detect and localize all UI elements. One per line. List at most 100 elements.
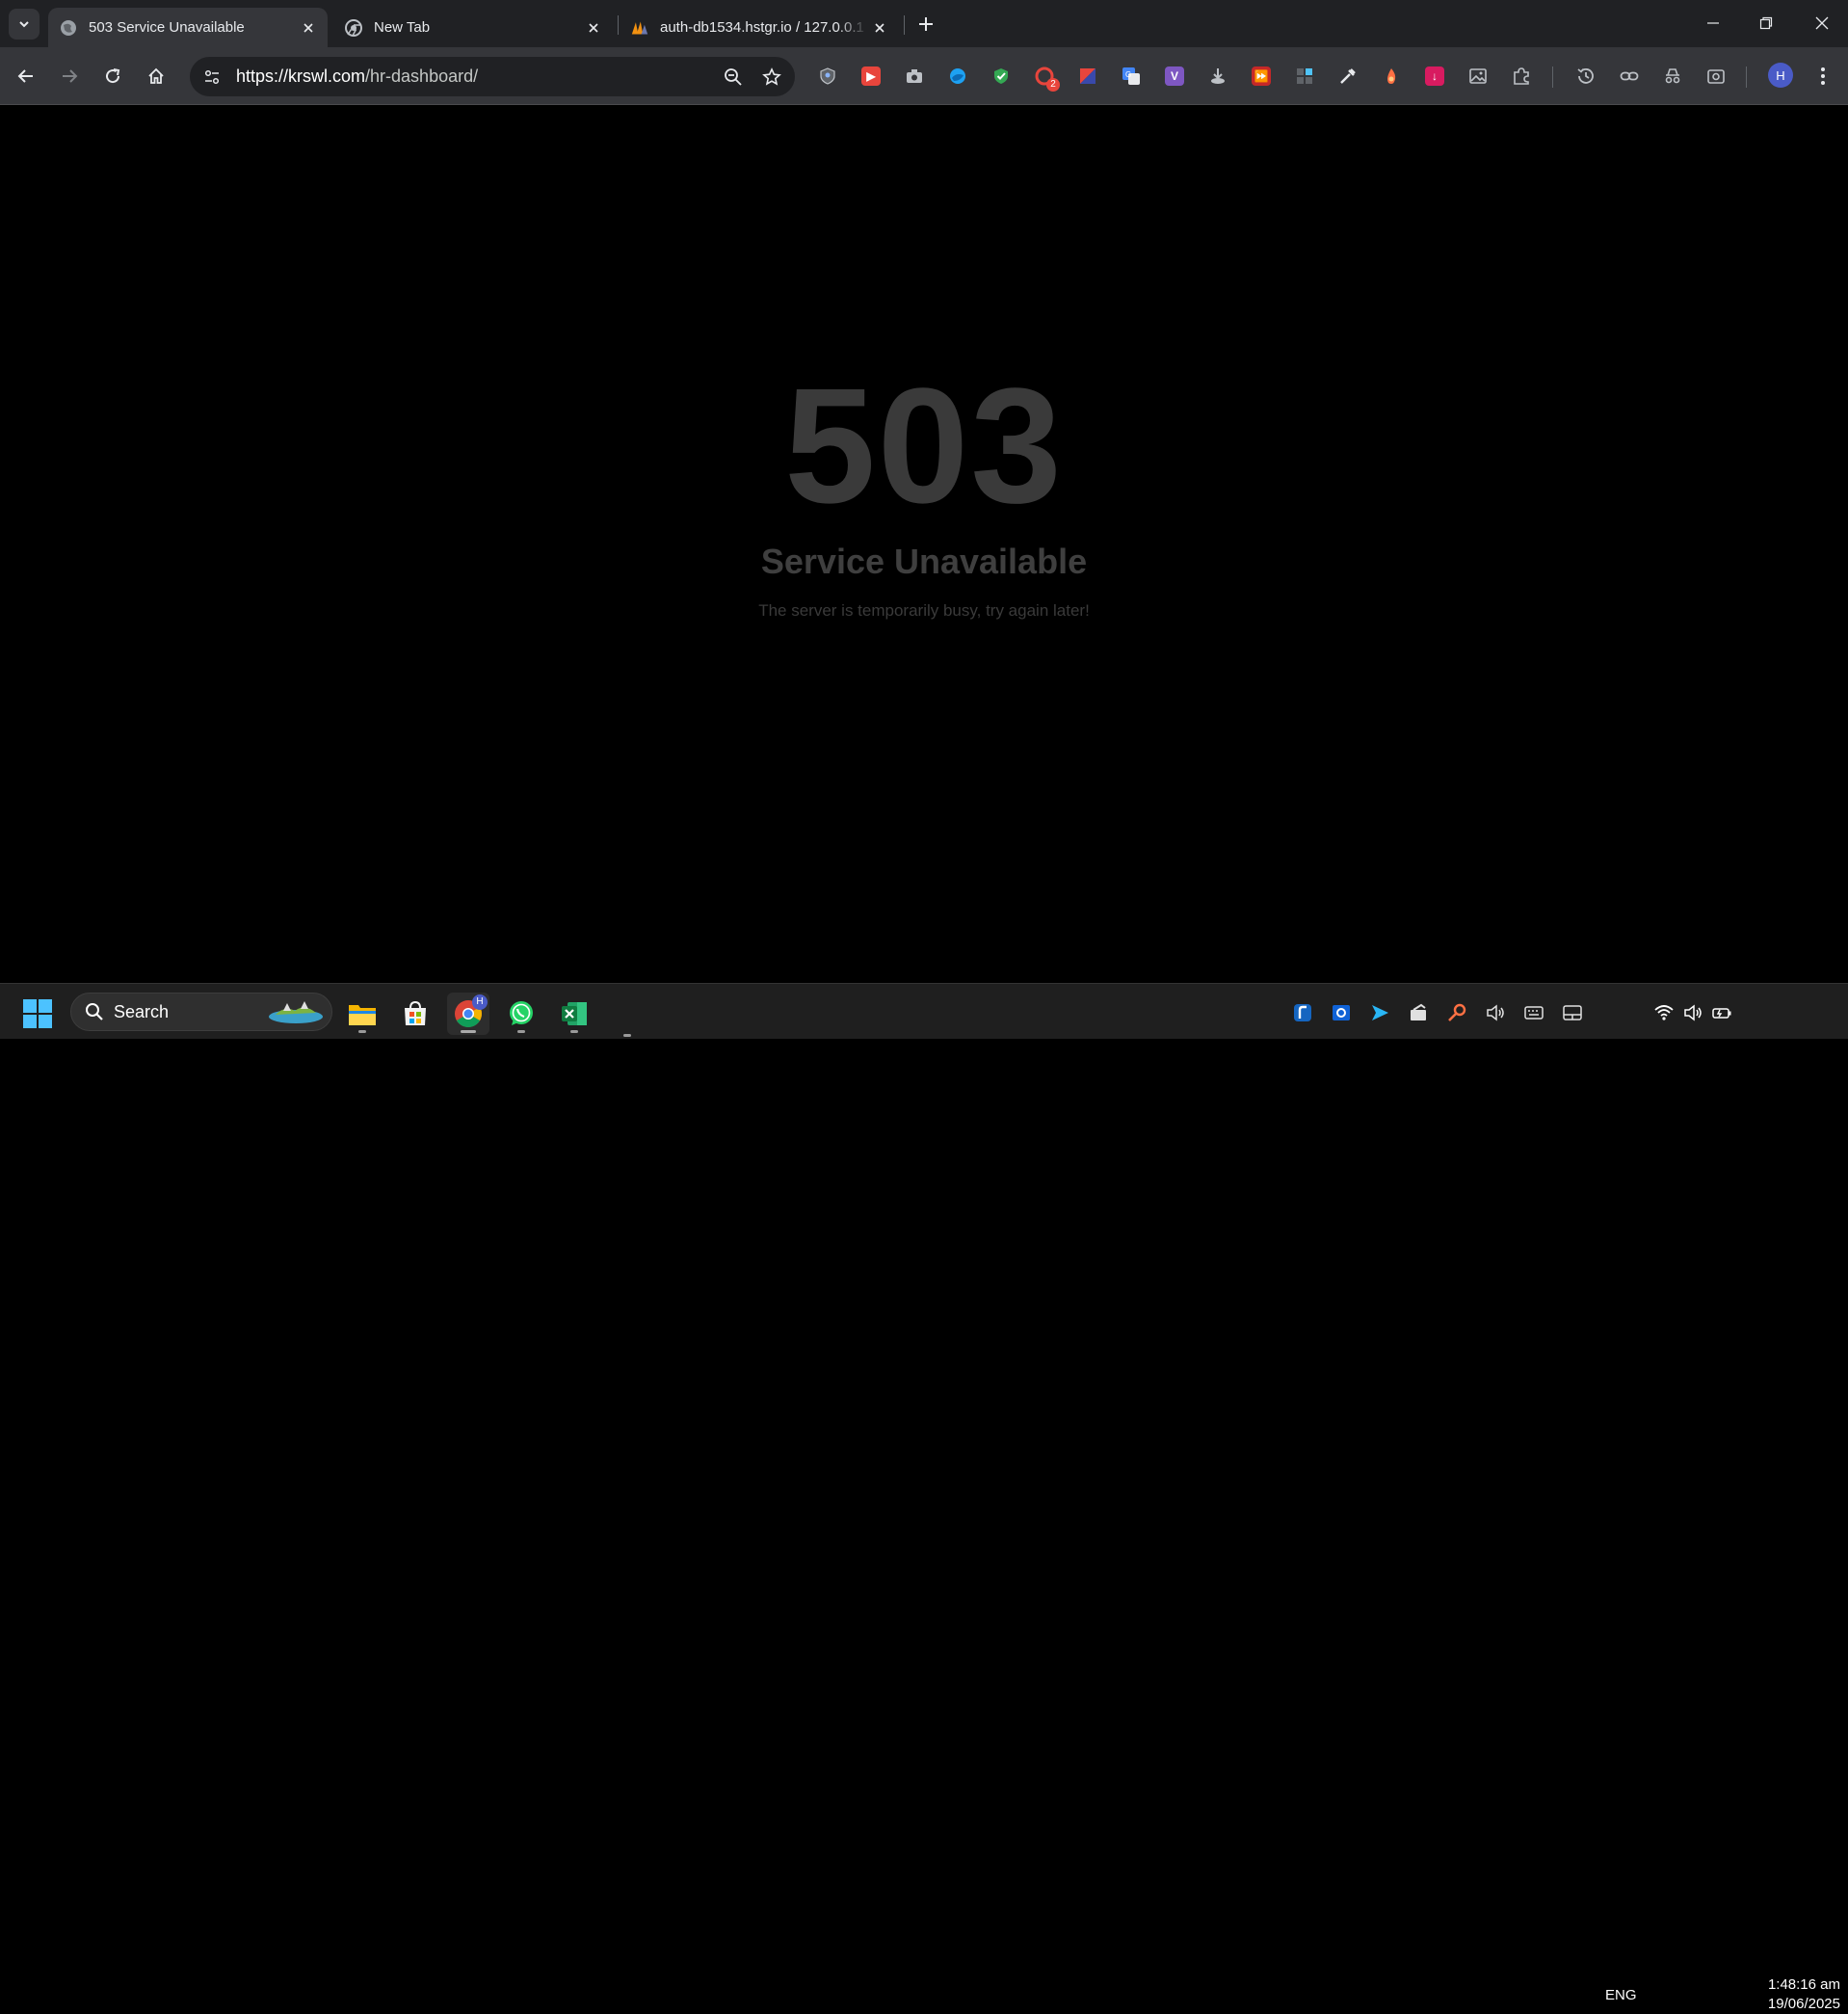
whatsapp-app[interactable] [500, 993, 542, 1035]
arrow-right-icon [63, 69, 78, 83]
address-bar[interactable]: https://krswl.com/hr-dashboard/ [190, 57, 795, 96]
chevron-down-icon [19, 21, 29, 28]
file-explorer-app[interactable] [341, 993, 383, 1035]
volume-icon[interactable] [1681, 1001, 1704, 1024]
clock-time: 1:48:16 am [1767, 1976, 1840, 1993]
speed-extension-icon[interactable]: ⏩ [1248, 63, 1275, 90]
microsoft-store-app[interactable] [394, 993, 436, 1035]
excel-app[interactable] [553, 993, 595, 1035]
download-extension-icon[interactable] [1204, 63, 1231, 90]
extension-badge: 2 [1046, 78, 1060, 92]
new-tab-button[interactable] [912, 11, 939, 38]
close-icon[interactable] [297, 16, 320, 40]
toolbar-separator [1552, 66, 1553, 88]
tray-touchpad-icon[interactable] [1561, 1001, 1584, 1024]
input-language[interactable]: ENG [1605, 1987, 1637, 2003]
windows-start-icon[interactable] [23, 999, 52, 1028]
url-text[interactable]: https://krswl.com/hr-dashboard/ [236, 66, 718, 87]
windows-taskbar: Search H ENG 1:48:16 am 19/06/2025 [0, 983, 1848, 2012]
close-icon[interactable] [868, 16, 891, 40]
whatsapp-icon [510, 1001, 533, 1025]
taskbar-clock[interactable]: 1:48:16 am 19/06/2025 [1744, 1975, 1840, 2014]
tray-speaker-icon[interactable] [1484, 1001, 1507, 1024]
forward-button[interactable] [52, 59, 87, 93]
site-info-icon[interactable] [198, 63, 226, 92]
excel-icon [562, 1002, 587, 1025]
tray-key-icon[interactable] [1445, 1001, 1468, 1024]
menu-kebab-icon[interactable] [1809, 63, 1836, 90]
shield-extension-icon[interactable] [814, 63, 841, 90]
flame-extension-icon[interactable] [1378, 63, 1405, 90]
reload-button[interactable] [95, 59, 130, 93]
running-indicator [517, 1030, 525, 1033]
link-icon[interactable] [1616, 63, 1643, 90]
history-icon[interactable] [1572, 63, 1599, 90]
running-indicator [461, 1030, 476, 1033]
close-icon[interactable] [582, 16, 605, 40]
tray-keyboard-icon[interactable] [1522, 1001, 1545, 1024]
tab-title: 503 Service Unavailable [89, 19, 245, 36]
minimize-icon [1707, 22, 1719, 24]
clock-date: 19/06/2025 [1767, 1996, 1840, 2012]
tray-send-icon[interactable] [1368, 1001, 1391, 1024]
running-indicator [570, 1030, 578, 1033]
apps-extension-icon[interactable] [1291, 63, 1318, 90]
search-label: Search [114, 1001, 170, 1021]
image-extension-icon[interactable] [1465, 63, 1492, 90]
plus-icon [919, 17, 933, 31]
tab-title: auth-db1534.hstgr.io / 127.0.0.1 [660, 19, 864, 36]
browser-toolbar: https://krswl.com/hr-dashboard/ ▶ 2 G V … [0, 47, 1848, 105]
screenshot-icon[interactable] [1703, 63, 1729, 90]
grammar-extension-icon[interactable]: 2 [1031, 63, 1060, 92]
profile-avatar[interactable]: H [1768, 63, 1793, 88]
microsoft-store-icon [405, 1000, 426, 1025]
close-window-button[interactable] [1800, 4, 1844, 42]
tab-503-service-unavailable[interactable]: 503 Service Unavailable [48, 8, 328, 47]
tray-device-icon[interactable] [1407, 1001, 1430, 1024]
zoom-icon[interactable] [718, 62, 749, 93]
edge-extension-icon[interactable] [944, 63, 971, 90]
back-button[interactable] [9, 59, 43, 93]
close-icon [1815, 16, 1829, 30]
reload-icon [106, 68, 120, 84]
tray-blue-app-icon[interactable] [1291, 1001, 1314, 1024]
youtube-extension-icon[interactable]: ▶ [858, 63, 884, 90]
phpmyadmin-icon [631, 19, 648, 37]
tab-search-button[interactable] [9, 9, 40, 40]
search-highlight-icon [269, 1001, 323, 1023]
running-indicator [358, 1030, 366, 1033]
minimize-button[interactable] [1691, 4, 1735, 42]
pink-download-extension-icon[interactable]: ↓ [1421, 63, 1448, 90]
toolbar-separator [1746, 66, 1747, 88]
eyedropper-extension-icon[interactable] [1334, 63, 1361, 90]
error-title: Service Unavailable [760, 542, 1088, 581]
color-tag-extension-icon[interactable] [1074, 63, 1101, 90]
chrome-app[interactable]: H [447, 993, 489, 1035]
incognito-icon[interactable] [1659, 63, 1686, 90]
page-content: 503 Service Unavailable The server is te… [0, 106, 1848, 983]
adguard-extension-icon[interactable] [988, 63, 1015, 90]
tab-new-tab[interactable]: New Tab [333, 8, 613, 47]
bookmark-star-icon[interactable] [756, 62, 787, 93]
home-button[interactable] [139, 59, 173, 93]
search-icon [83, 1000, 106, 1023]
tab-phpmyadmin[interactable]: auth-db1534.hstgr.io / 127.0.0.1 [620, 8, 899, 47]
taskbar-search[interactable]: Search [70, 993, 332, 1031]
battery-icon[interactable] [1710, 1001, 1733, 1024]
tab-separator [618, 15, 619, 35]
error-code: 503 [784, 355, 1064, 538]
wifi-icon[interactable] [1652, 1001, 1676, 1024]
restore-button[interactable] [1744, 4, 1788, 42]
camera-extension-icon[interactable] [901, 63, 928, 90]
url-path: /hr-dashboard/ [365, 66, 479, 86]
running-indicator [623, 1034, 631, 1037]
puzzle-extension-icon[interactable] [1508, 63, 1535, 90]
url-host: https://krswl.com [236, 66, 366, 86]
restore-icon [1759, 16, 1773, 30]
error-description: The server is temporarily busy, try agai… [758, 601, 1090, 620]
arrow-left-icon [17, 69, 33, 83]
translate-extension-icon[interactable]: G [1118, 63, 1145, 90]
v-extension-icon[interactable]: V [1161, 63, 1188, 90]
tab-strip: 503 Service Unavailable New Tab auth-db1… [0, 0, 1848, 47]
tray-outlook-icon[interactable] [1330, 1001, 1353, 1024]
